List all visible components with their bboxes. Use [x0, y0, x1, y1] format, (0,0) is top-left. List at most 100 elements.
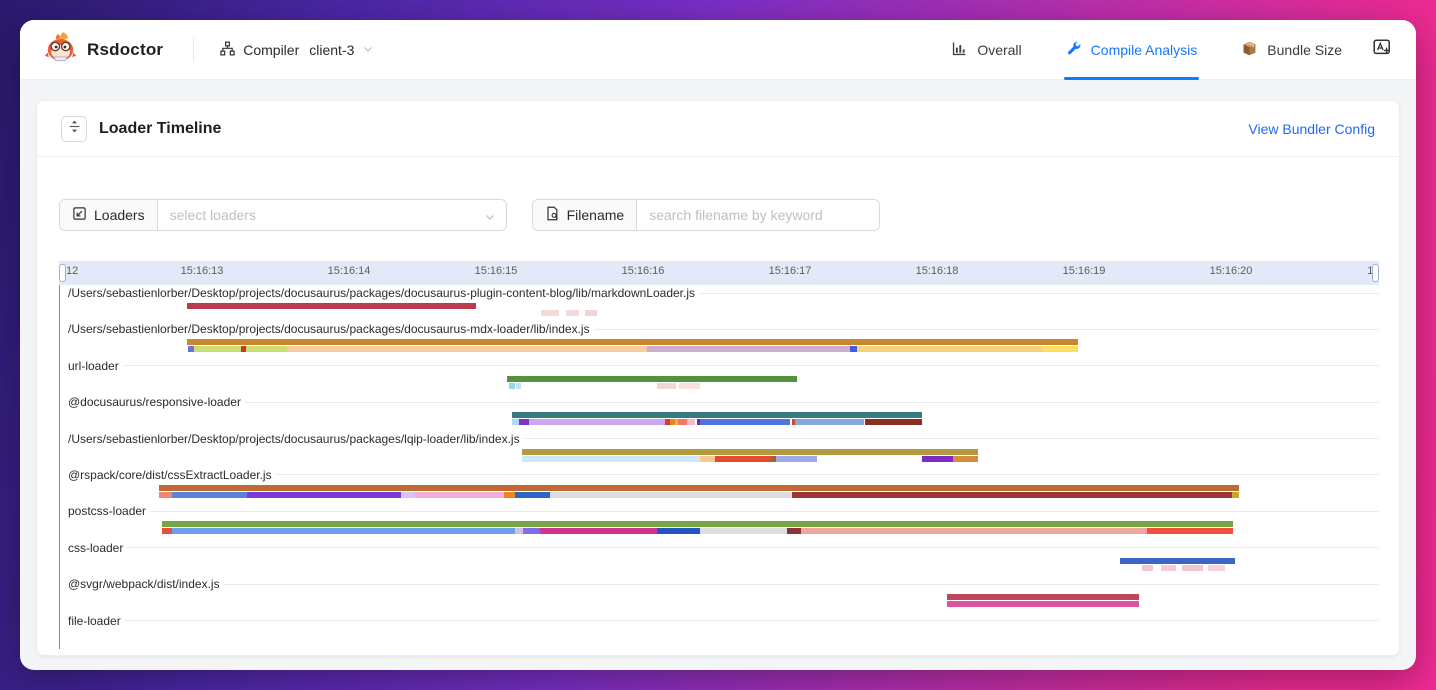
nav-item-compile-analysis[interactable]: Compile Analysis [1066, 20, 1198, 80]
timeline-bar-segment[interactable] [679, 383, 700, 389]
axis-tick-label: 15:16:20 [1210, 265, 1253, 277]
translate-icon [1372, 37, 1392, 62]
filename-input[interactable] [637, 200, 879, 230]
timeline-bar-segment[interactable] [507, 376, 797, 382]
timeline-bar-segment[interactable] [159, 485, 1239, 491]
timeline-bar-segment[interactable] [865, 419, 922, 425]
filename-filter-addon: Filename [533, 200, 638, 230]
timeline-bar-segment[interactable] [512, 419, 519, 425]
timeline-scroll-handle-left[interactable] [59, 264, 66, 282]
loader-row-label: /Users/sebastienlorber/Desktop/projects/… [60, 432, 520, 446]
timeline-bar-segment[interactable] [801, 528, 1146, 534]
timeline-bar-segment[interactable] [540, 528, 658, 534]
timeline-bar-segment[interactable] [1142, 565, 1152, 571]
timeline-bar-segment[interactable] [792, 492, 1232, 498]
timeline-row: css-loader [60, 540, 1379, 576]
timeline-bar-segment[interactable] [522, 456, 700, 462]
brand-name: Rsdoctor [87, 40, 163, 60]
main-nav: Overall Compile Analysis [951, 20, 1342, 80]
timeline-bar-segment[interactable] [401, 492, 414, 498]
timeline-bar-segment[interactable] [172, 492, 247, 498]
timeline-bar-segment[interactable] [657, 528, 700, 534]
timeline-bar-segment[interactable] [529, 419, 664, 425]
timeline-bar-segment[interactable] [241, 346, 245, 352]
card-header: Loader Timeline View Bundler Config [37, 101, 1399, 157]
timeline-bar-segment[interactable] [515, 492, 550, 498]
page-title: Loader Timeline [99, 120, 221, 138]
column-height-button[interactable] [61, 116, 87, 142]
timeline-bar-segment[interactable] [566, 310, 579, 316]
timeline-bar-segment[interactable] [947, 601, 1140, 607]
timeline-bar-segment[interactable] [162, 521, 1234, 527]
timeline-bar-segment[interactable] [687, 419, 696, 425]
timeline-bar-segment[interactable] [795, 419, 864, 425]
timeline-bar-segment[interactable] [700, 528, 787, 534]
timeline-bar-segment[interactable] [776, 456, 817, 462]
timeline-bar-segment[interactable] [415, 492, 505, 498]
axis-tick-label: 15:16:13 [181, 265, 224, 277]
loader-row-label: css-loader [60, 541, 123, 555]
wrench-icon [1066, 40, 1082, 59]
timeline-bar-segment[interactable] [700, 419, 790, 425]
timeline-bar-segment[interactable] [522, 449, 978, 455]
timeline-row: /Users/sebastienlorber/Desktop/projects/… [60, 285, 1379, 321]
rsdoctor-mascot-icon [44, 31, 78, 68]
view-bundler-config-link[interactable]: View Bundler Config [1248, 121, 1375, 137]
timeline-bar-segment[interactable] [647, 346, 850, 352]
timeline-bar-segment[interactable] [1147, 528, 1234, 534]
loader-row-label: /Users/sebastienlorber/Desktop/projects/… [60, 322, 590, 336]
loader-row-label: file-loader [60, 614, 121, 628]
timeline-bar-segment[interactable] [1182, 565, 1203, 571]
timeline-bar-segment[interactable] [541, 310, 559, 316]
timeline-bar-segment[interactable] [187, 303, 477, 309]
axis-tick-label: 15:16:19 [1063, 265, 1106, 277]
row-gridline [699, 293, 1379, 294]
timeline-bar-segment[interactable] [700, 456, 715, 462]
timeline-bar-segment[interactable] [1042, 346, 1077, 352]
timeline-bar-segment[interactable] [515, 528, 524, 534]
timeline-bar-segment[interactable] [1208, 565, 1224, 571]
row-gridline [123, 365, 1379, 366]
timeline-bar-segment[interactable] [523, 528, 539, 534]
timeline-bar-segment[interactable] [519, 419, 529, 425]
loader-row-label: /Users/sebastienlorber/Desktop/projects/… [60, 286, 695, 300]
timeline-bar-segment[interactable] [504, 492, 514, 498]
timeline-bar-segment[interactable] [715, 456, 772, 462]
timeline-bar-segment[interactable] [512, 412, 922, 418]
timeline-bar-segment[interactable] [585, 310, 597, 316]
timeline-bar-segment[interactable] [787, 528, 802, 534]
translate-button[interactable] [1368, 36, 1396, 64]
axis-tick-label: 15:16:17 [769, 265, 812, 277]
timeline-bar-segment[interactable] [1120, 558, 1235, 564]
timeline-bar-segment[interactable] [550, 492, 793, 498]
brand[interactable]: Rsdoctor [44, 31, 163, 68]
timeline-bar-segment[interactable] [953, 456, 978, 462]
nav-item-bundle-size[interactable]: Bundle Size [1241, 20, 1342, 80]
timeline-bar-segment[interactable] [287, 346, 647, 352]
timeline-bar-segment[interactable] [857, 346, 1042, 352]
timeline-bar-segment[interactable] [162, 528, 172, 534]
axis-tick-label: 15:16:15 [475, 265, 518, 277]
chevron-down-icon [362, 42, 374, 58]
timeline-bar-segment[interactable] [850, 346, 857, 352]
timeline-bar-segment[interactable] [187, 339, 1078, 345]
loaders-select[interactable]: select loaders [158, 200, 506, 230]
timeline-row: @svgr/webpack/dist/index.js [60, 576, 1379, 612]
timeline-bar-segment[interactable] [172, 528, 515, 534]
timeline-bar-segment[interactable] [678, 419, 687, 425]
timeline-bar-segment[interactable] [509, 383, 515, 389]
card-body: Loaders select loaders [37, 157, 1399, 649]
nav-item-overall[interactable]: Overall [951, 20, 1021, 80]
timeline-bar-segment[interactable] [922, 456, 953, 462]
timeline-bar-segment[interactable] [159, 492, 172, 498]
row-gridline [594, 329, 1379, 330]
timeline-bar-segment[interactable] [516, 383, 520, 389]
timeline-scroll-handle-right[interactable] [1372, 264, 1379, 282]
compiler-select[interactable]: Compiler client-3 [220, 41, 374, 59]
timeline-bar-segment[interactable] [1161, 565, 1176, 571]
timeline-bar-segment[interactable] [947, 594, 1140, 600]
timeline-bar-segment[interactable] [657, 383, 676, 389]
timeline-bar-segment[interactable] [1232, 492, 1239, 498]
timeline-bar-segment[interactable] [247, 492, 401, 498]
timeline-row: file-loader [60, 613, 1379, 649]
